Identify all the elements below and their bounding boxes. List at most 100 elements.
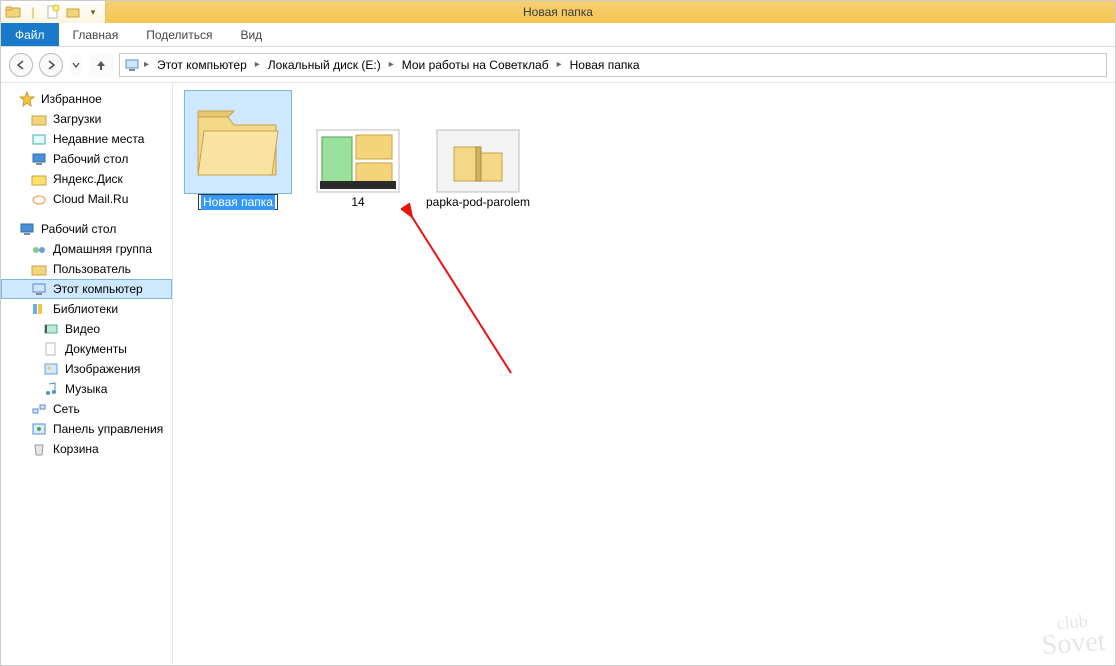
chevron-right-icon[interactable]: ▸ [555, 59, 564, 70]
tree-label: Панель управления [53, 422, 163, 436]
desktop-icon [19, 221, 35, 237]
breadcrumb-label: Мои работы на Советклаб [402, 58, 549, 72]
file-label: papka-pod-parolem [426, 193, 530, 209]
tab-view[interactable]: Вид [226, 23, 276, 46]
up-button[interactable] [89, 53, 113, 77]
tab-share[interactable]: Поделиться [132, 23, 226, 46]
tree-label: Документы [65, 342, 127, 356]
breadcrumb-label: Этот компьютер [157, 58, 247, 72]
tree-label: Корзина [53, 442, 99, 456]
tree-label: Этот компьютер [53, 282, 143, 296]
tree-label: Загрузки [53, 112, 101, 126]
sidebar-item-network[interactable]: Сеть [1, 399, 172, 419]
history-dropdown-icon[interactable] [69, 53, 83, 77]
titlebar: | ▾ Новая папка [1, 1, 1115, 23]
breadcrumb-seg-0[interactable]: Этот компьютер [153, 54, 251, 76]
folder-icon [31, 111, 47, 127]
sidebar-item-documents[interactable]: Документы [1, 339, 172, 359]
sidebar-item-cloud[interactable]: Cloud Mail.Ru [1, 189, 172, 209]
tree-label: Рабочий стол [53, 152, 128, 166]
sidebar-item-music[interactable]: Музыка [1, 379, 172, 399]
chevron-right-icon[interactable]: ▸ [253, 59, 262, 70]
recent-icon [31, 131, 47, 147]
rename-input-text[interactable]: Новая папка [201, 195, 275, 210]
watermark: club Sovet [1040, 609, 1107, 657]
folder-large-icon [185, 91, 291, 193]
star-icon [19, 91, 35, 107]
tree-label: Рабочий стол [41, 222, 116, 236]
libraries-icon [31, 301, 47, 317]
homegroup-icon [31, 241, 47, 257]
new-file-icon[interactable] [45, 4, 61, 20]
rename-field[interactable]: Новая папка [198, 195, 278, 210]
tree-label: Недавние места [53, 132, 144, 146]
pictures-icon [43, 361, 59, 377]
document-icon [43, 341, 59, 357]
content-area[interactable]: Новая папка 14 [173, 83, 1115, 665]
sidebar: Избранное Загрузки Недавние места Рабочи… [1, 83, 173, 665]
desktop-icon [31, 151, 47, 167]
sidebar-item-videos[interactable]: Видео [1, 319, 172, 339]
tree-label: Cloud Mail.Ru [53, 192, 128, 206]
sidebar-item-recycle-bin[interactable]: Корзина [1, 439, 172, 459]
folder-icon[interactable] [5, 4, 21, 20]
navbar: ▸ Этот компьютер ▸ Локальный диск (E:) ▸… [1, 47, 1115, 83]
breadcrumb-seg-1[interactable]: Локальный диск (E:) [264, 54, 385, 76]
tree-label: Пользователь [53, 262, 131, 276]
tab-file[interactable]: Файл [1, 23, 59, 46]
breadcrumb-label: Новая папка [570, 58, 640, 72]
sidebar-item-yandex[interactable]: Яндекс.Диск [1, 169, 172, 189]
sidebar-item-control-panel[interactable]: Панель управления [1, 419, 172, 439]
computer-icon [124, 57, 140, 73]
quick-access-toolbar: | ▾ [1, 1, 106, 23]
file-item-papka[interactable]: papka-pod-parolem [425, 91, 531, 209]
tree-label: Яндекс.Диск [53, 172, 123, 186]
breadcrumb-seg-2[interactable]: Мои работы на Советклаб [398, 54, 553, 76]
tree-label: Избранное [41, 92, 102, 106]
control-panel-icon [31, 421, 47, 437]
qat-dropdown-icon[interactable]: ▾ [85, 4, 101, 20]
back-button[interactable] [9, 53, 33, 77]
sidebar-item-libraries[interactable]: Библиотеки [1, 299, 172, 319]
window-title: Новая папка [1, 5, 1115, 19]
tree-label: Домашняя группа [53, 242, 152, 256]
recycle-bin-icon [31, 441, 47, 457]
tree-label: Сеть [53, 402, 80, 416]
tab-home[interactable]: Главная [59, 23, 133, 46]
file-item-folder-new[interactable]: Новая папка [185, 91, 291, 210]
watermark-line1: club [1040, 609, 1105, 635]
computer-icon [31, 281, 47, 297]
network-icon [31, 401, 47, 417]
sidebar-item-recent[interactable]: Недавние места [1, 129, 172, 149]
favorites-header[interactable]: Избранное [1, 89, 172, 109]
sidebar-item-desktop-fav[interactable]: Рабочий стол [1, 149, 172, 169]
address-bar[interactable]: ▸ Этот компьютер ▸ Локальный диск (E:) ▸… [119, 53, 1107, 77]
video-icon [43, 321, 59, 337]
annotation-arrow [401, 203, 521, 383]
tree-label: Музыка [65, 382, 107, 396]
chevron-right-icon[interactable]: ▸ [142, 59, 151, 70]
file-label: 14 [351, 193, 364, 209]
image-thumb-icon [305, 91, 411, 193]
folder-small-icon[interactable] [65, 4, 81, 20]
forward-button[interactable] [39, 53, 63, 77]
music-icon [43, 381, 59, 397]
watermark-line2: Sovet [1041, 631, 1106, 657]
user-icon [31, 261, 47, 277]
sidebar-item-pictures[interactable]: Изображения [1, 359, 172, 379]
image-thumb-icon [425, 91, 531, 193]
tree-label: Изображения [65, 362, 140, 376]
yandex-icon [31, 171, 47, 187]
ribbon: Файл Главная Поделиться Вид [1, 23, 1115, 47]
sidebar-item-downloads[interactable]: Загрузки [1, 109, 172, 129]
breadcrumb-label: Локальный диск (E:) [268, 58, 381, 72]
cloud-icon [31, 191, 47, 207]
chevron-right-icon[interactable]: ▸ [387, 59, 396, 70]
sidebar-item-this-pc[interactable]: Этот компьютер [1, 279, 172, 299]
sidebar-item-homegroup[interactable]: Домашняя группа [1, 239, 172, 259]
breadcrumb-seg-3[interactable]: Новая папка [566, 54, 644, 76]
sidebar-item-user[interactable]: Пользователь [1, 259, 172, 279]
tree-label: Библиотеки [53, 302, 118, 316]
desktop-header[interactable]: Рабочий стол [1, 219, 172, 239]
file-item-14[interactable]: 14 [305, 91, 411, 209]
